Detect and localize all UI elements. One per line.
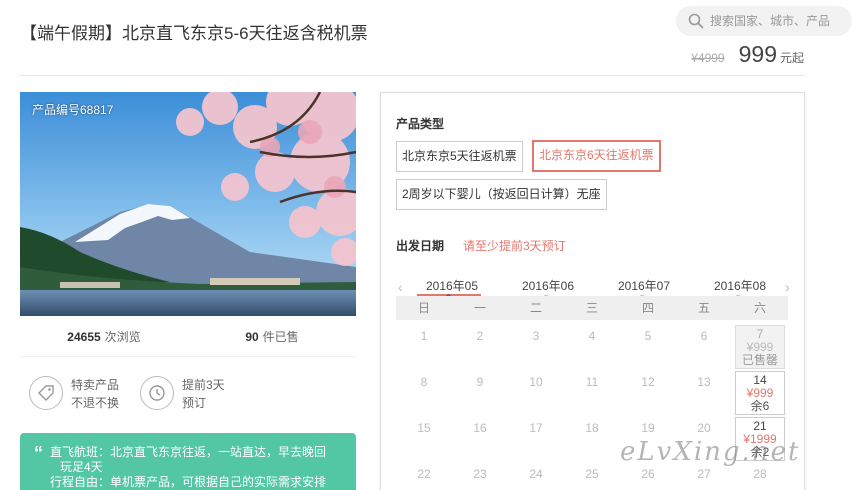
calendar-week: 22 23 24 25 26 27 28 bbox=[396, 463, 788, 490]
calendar-day: 24 bbox=[508, 463, 564, 490]
prev-month-icon[interactable]: ‹ bbox=[398, 279, 403, 295]
day-number: 17 bbox=[529, 421, 543, 435]
mount-fuji-image bbox=[20, 92, 356, 316]
page-title: 【端午假期】北京直飞东京5-6天往返含税机票 bbox=[20, 24, 368, 43]
calendar-day: 18 bbox=[564, 417, 620, 463]
day-number: 28 bbox=[753, 467, 767, 481]
day-number: 5 bbox=[644, 329, 652, 343]
calendar-day: 10 bbox=[508, 371, 564, 417]
day-number: 19 bbox=[641, 421, 655, 435]
calendar-day: 28 bbox=[732, 463, 788, 490]
feature-no-refund: 特卖产品 不退不换 bbox=[29, 376, 119, 412]
product-image: 产品编号68817 bbox=[20, 92, 356, 316]
weekday-header: 日一二三四五六 bbox=[396, 296, 788, 320]
day-number: 10 bbox=[529, 375, 543, 389]
product-stats: 24655 次浏览 90 件已售 bbox=[20, 326, 356, 356]
calendar-day: 11 bbox=[564, 371, 620, 417]
calendar-day: 1 bbox=[396, 325, 452, 371]
calendar-day-available: 7 ¥999 已售罄 bbox=[735, 325, 785, 369]
calendar-day: 5 bbox=[620, 325, 676, 371]
month-tab-june[interactable]: 2016年06 bbox=[507, 277, 589, 299]
calendar-day: 4 bbox=[564, 325, 620, 371]
departure-label: 出发日期 bbox=[396, 239, 445, 253]
day-number: 12 bbox=[641, 375, 655, 389]
day-number: 26 bbox=[641, 467, 655, 481]
day-number: 13 bbox=[697, 375, 711, 389]
header-divider bbox=[20, 75, 804, 76]
day-number: 24 bbox=[529, 467, 543, 481]
calendar-day: 16 bbox=[452, 417, 508, 463]
price-unit: 元起 bbox=[779, 51, 804, 65]
view-count: 24655 次浏览 bbox=[67, 330, 141, 344]
clock-icon bbox=[140, 376, 174, 410]
calendar-day: 15 bbox=[396, 417, 452, 463]
day-number: 6 bbox=[700, 329, 708, 343]
watermark: eLvXing.net bbox=[620, 437, 801, 467]
day-number: 15 bbox=[417, 421, 431, 435]
calendar-day: 17 bbox=[508, 417, 564, 463]
calendar-day-available[interactable]: 14 ¥999 余6 bbox=[735, 371, 785, 415]
month-tab-august[interactable]: 2016年08 bbox=[699, 277, 781, 299]
day-number: 22 bbox=[417, 467, 431, 481]
day-number: 9 bbox=[476, 375, 484, 389]
day-number: 8 bbox=[420, 375, 428, 389]
tag-icon bbox=[29, 376, 63, 410]
calendar-day: 3 bbox=[508, 325, 564, 371]
day-number: 3 bbox=[532, 329, 540, 343]
calendar-day: 9 bbox=[452, 371, 508, 417]
day-number: 18 bbox=[585, 421, 599, 435]
calendar-day: 2 bbox=[452, 325, 508, 371]
departure-note: 请至少提前3天预订 bbox=[463, 239, 566, 253]
booking-panel: 产品类型 北京东京5天往返机票 北京东京6天往返机票 2周岁以下婴儿（按返回日计… bbox=[380, 92, 805, 490]
calendar-week: 8 9 10 11 12 13 14 ¥999 余6 bbox=[396, 371, 788, 417]
calendar-day: 12 bbox=[620, 371, 676, 417]
day-number: 11 bbox=[585, 375, 599, 389]
month-tab-july[interactable]: 2016年07 bbox=[603, 277, 685, 299]
calendar-week: 1 2 3 4 5 6 7 ¥999 已售罄 bbox=[396, 325, 788, 371]
calendar-day: 6 bbox=[676, 325, 732, 371]
current-price: 999 bbox=[738, 41, 777, 67]
calendar-day: 26 bbox=[620, 463, 676, 490]
search-box[interactable] bbox=[676, 6, 852, 36]
day-availability: 已售罄 bbox=[741, 353, 778, 367]
day-number: 27 bbox=[697, 467, 711, 481]
calendar-day: 27 bbox=[676, 463, 732, 490]
original-price: ¥4999 bbox=[691, 51, 725, 65]
sold-count: 90 件已售 bbox=[245, 330, 299, 344]
day-number: 1 bbox=[420, 329, 428, 343]
day-number: 23 bbox=[473, 467, 487, 481]
product-code: 产品编号68817 bbox=[32, 103, 114, 117]
day-number: 25 bbox=[585, 467, 599, 481]
calendar-day: 13 bbox=[676, 371, 732, 417]
day-number: 4 bbox=[588, 329, 596, 343]
month-tab-may[interactable]: 2016年05 bbox=[411, 277, 493, 299]
search-input[interactable] bbox=[710, 6, 850, 36]
price-display: ¥4999 999 元起 bbox=[691, 41, 804, 68]
quote-icon: “ bbox=[34, 443, 43, 463]
option-5-day[interactable]: 北京东京5天往返机票 bbox=[396, 141, 523, 172]
option-infant[interactable]: 2周岁以下婴儿（按返回日计算）无座 bbox=[396, 179, 607, 210]
day-number: 20 bbox=[697, 421, 711, 435]
stats-divider bbox=[20, 356, 356, 357]
highlights-box: “ 直飞航班：北京直飞东京往返，一站直达，早去晚回 玩足4天 行程自由：单机票产… bbox=[20, 433, 356, 490]
calendar-day: 8 bbox=[396, 371, 452, 417]
day-number: 2 bbox=[476, 329, 484, 343]
next-month-icon[interactable]: › bbox=[785, 279, 790, 295]
calendar-day: 23 bbox=[452, 463, 508, 490]
search-icon[interactable] bbox=[688, 13, 704, 29]
feature-advance-booking: 提前3天 预订 bbox=[140, 376, 225, 412]
calendar-day: 25 bbox=[564, 463, 620, 490]
product-type-label: 产品类型 bbox=[396, 117, 445, 131]
option-6-day[interactable]: 北京东京6天往返机票 bbox=[532, 140, 661, 172]
day-availability: 余6 bbox=[750, 399, 770, 413]
calendar-day: 22 bbox=[396, 463, 452, 490]
day-number: 16 bbox=[473, 421, 487, 435]
